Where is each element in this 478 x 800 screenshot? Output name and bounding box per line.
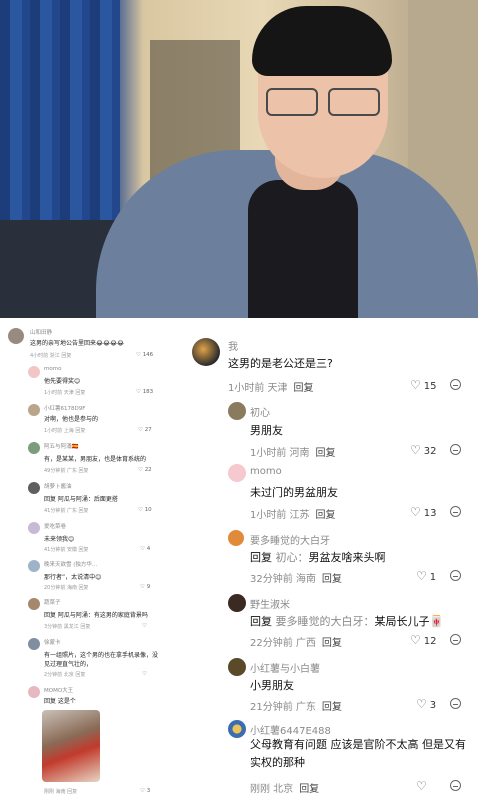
- avatar[interactable]: [28, 482, 40, 494]
- like-button[interactable]: ♡ 1: [416, 569, 436, 583]
- like-button[interactable]: ♡ 146: [136, 352, 153, 358]
- like-button[interactable]: ♡ 4: [140, 546, 150, 552]
- like-button[interactable]: ♡ 183: [136, 389, 153, 395]
- avatar[interactable]: [228, 464, 246, 482]
- reply-button[interactable]: 回复: [322, 574, 342, 585]
- like-button[interactable]: ♡ 3: [416, 697, 436, 711]
- avatar[interactable]: [8, 328, 24, 344]
- heart-icon: ♡: [416, 569, 427, 583]
- heart-icon: ♡: [410, 443, 421, 457]
- avatar[interactable]: [28, 598, 40, 610]
- avatar[interactable]: [228, 594, 246, 612]
- avatar[interactable]: [228, 402, 246, 420]
- dislike-icon[interactable]: [450, 780, 461, 791]
- like-button[interactable]: ♡ 12: [410, 633, 437, 647]
- heart-icon: ♡: [410, 378, 421, 392]
- heart-icon: ♡: [410, 633, 421, 647]
- comment-image[interactable]: [42, 710, 100, 782]
- reply-button[interactable]: 回复: [316, 448, 336, 459]
- avatar[interactable]: [192, 338, 220, 366]
- dislike-icon[interactable]: [450, 698, 461, 709]
- like-button[interactable]: ♡ 9: [140, 584, 150, 590]
- like-button[interactable]: ♡ 10: [138, 507, 152, 513]
- comment-thread: 我 这男的是老公还是三? 1小时前 天津 回复 ♡ 15 初心 男朋友 1小时前 河…: [182, 318, 478, 800]
- like-button[interactable]: ♡ 32: [410, 443, 437, 457]
- avatar[interactable]: [28, 404, 40, 416]
- heart-icon: ♡: [410, 505, 421, 519]
- dislike-icon[interactable]: [450, 379, 461, 390]
- reply-button[interactable]: 回复: [316, 510, 336, 521]
- like-button[interactable]: ♡ 22: [138, 467, 152, 473]
- reply-button[interactable]: 回复: [322, 702, 342, 713]
- avatar[interactable]: [28, 638, 40, 650]
- dislike-icon[interactable]: [450, 570, 461, 581]
- glasses: [262, 88, 384, 118]
- like-button[interactable]: ♡ 15: [410, 378, 437, 392]
- like-button[interactable]: ♡ 27: [138, 427, 152, 433]
- avatar[interactable]: [28, 522, 40, 534]
- dislike-icon[interactable]: [450, 444, 461, 455]
- like-button[interactable]: ♡: [142, 671, 147, 677]
- news-photo: [0, 0, 478, 318]
- avatar[interactable]: [28, 442, 40, 454]
- like-button[interactable]: ♡ 3: [140, 788, 150, 794]
- avatar[interactable]: [28, 366, 40, 378]
- dislike-icon[interactable]: [450, 506, 461, 517]
- avatar[interactable]: [28, 560, 40, 572]
- reply-button[interactable]: 回复: [299, 784, 319, 795]
- left-comment-thread: 山和田静 这男的亲写地公告里回来😂😂😂😂 4小时前 浙江 回复 ♡ 146 mo…: [0, 318, 182, 800]
- reply-button[interactable]: 回复: [294, 383, 314, 394]
- reply-button[interactable]: 回复: [322, 638, 342, 649]
- heart-icon: ♡: [416, 697, 427, 711]
- dislike-icon[interactable]: [450, 634, 461, 645]
- like-button[interactable]: ♡: [142, 623, 147, 629]
- heart-icon: ♡: [416, 779, 427, 793]
- like-button[interactable]: ♡: [416, 779, 430, 793]
- avatar[interactable]: [228, 720, 246, 738]
- avatar[interactable]: [228, 530, 244, 546]
- avatar[interactable]: [228, 658, 246, 676]
- avatar[interactable]: [28, 686, 40, 698]
- like-button[interactable]: ♡ 13: [410, 505, 437, 519]
